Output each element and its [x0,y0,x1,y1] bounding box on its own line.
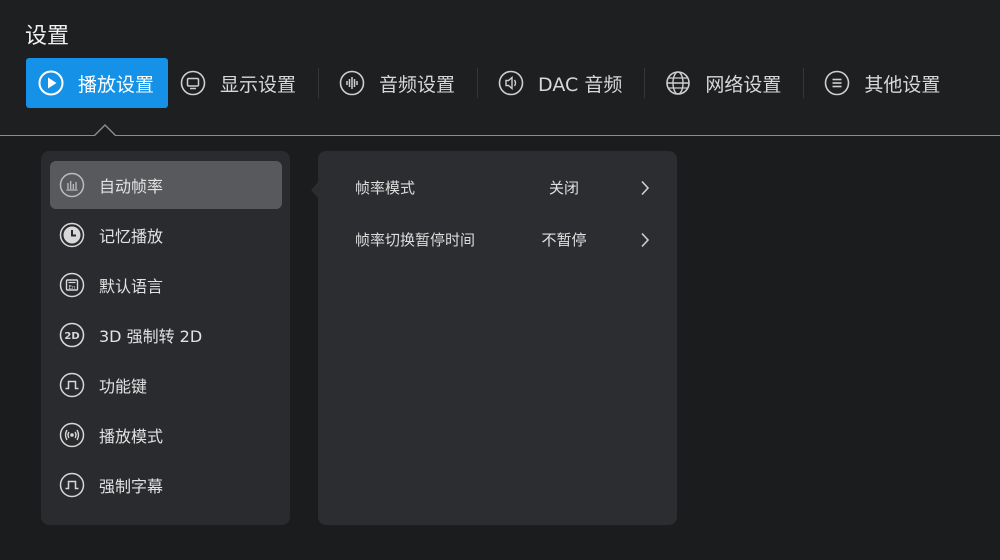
menu-item-resume-playback[interactable]: 记忆播放 [50,211,282,259]
audio-wave-icon [339,70,365,96]
play-circle-icon [38,70,64,96]
svg-text:2D: 2D [64,331,79,342]
clock-icon [59,222,85,248]
svg-text:En: En [69,285,76,291]
menu-item-label: 播放模式 [99,427,164,446]
menu-item-force-subtitles[interactable]: 强制字幕 [50,461,282,509]
option-frame-rate-pause-time[interactable]: 帧率切换暂停时间 不暂停 [318,219,677,259]
menu-item-auto-frame-rate[interactable]: 自动帧率 [50,161,282,209]
menu-item-label: 默认语言 [99,277,164,296]
chevron-right-icon [640,232,650,252]
frame-rate-icon [59,172,85,198]
tab-playback-settings[interactable]: 播放设置 [26,58,169,108]
header: 设置 播放设置 显示设置 音频设置 DAC 音频 网络设置 其他设置 [0,0,1000,136]
menu-item-default-language[interactable]: En 默认语言 [50,261,282,309]
tab-label: 网络设置 [705,73,782,96]
tab-bar: 播放设置 显示设置 音频设置 DAC 音频 网络设置 其他设置 [26,58,954,108]
settings-menu: 自动帧率 记忆播放 En 默认语言 2D 3D 强制转 2D 功能键 播放模式 [41,151,290,525]
menu-item-label: 记忆播放 [99,227,164,246]
menu-item-function-key[interactable]: 功能键 [50,361,282,409]
tab-network-settings[interactable]: 网络设置 [653,58,795,108]
menu-item-playback-mode[interactable]: 播放模式 [50,411,282,459]
active-tab-indicator-fill [95,126,115,136]
chevron-right-icon [640,180,650,200]
tab-label: 其他设置 [864,73,941,96]
2d-icon: 2D [59,322,85,348]
option-frame-rate-mode[interactable]: 帧率模式 关闭 [318,167,677,207]
monitor-icon [180,70,206,96]
menu-item-label: 强制字幕 [99,477,164,496]
page-title: 设置 [25,24,70,49]
menu-item-force-3d-to-2d[interactable]: 2D 3D 强制转 2D [50,311,282,359]
speaker-icon [498,70,524,96]
tab-other-settings[interactable]: 其他设置 [812,58,954,108]
tab-dac-audio[interactable]: DAC 音频 [486,58,636,108]
globe-icon [665,70,691,96]
option-value: 关闭 [548,178,579,197]
tab-label: 显示设置 [220,73,297,96]
header-divider [0,135,1000,136]
option-label: 帧率切换暂停时间 [355,230,476,249]
menu-lines-icon [824,70,850,96]
tab-divider [803,68,805,98]
menu-item-label: 3D 强制转 2D [99,327,203,346]
tab-display-settings[interactable]: 显示设置 [168,58,310,108]
tab-divider [644,68,646,98]
tab-divider [318,68,320,98]
tab-divider [477,68,479,98]
tab-label: 音频设置 [379,73,456,96]
menu-item-label: 功能键 [99,377,148,396]
tab-audio-settings[interactable]: 音频设置 [327,58,469,108]
tab-label: 播放设置 [78,73,155,96]
options-panel: 帧率模式 关闭 帧率切换暂停时间 不暂停 [318,151,677,525]
pulse-icon [59,372,85,398]
menu-item-label: 自动帧率 [99,177,164,196]
language-icon: En [59,272,85,298]
broadcast-icon [59,422,85,448]
option-label: 帧率模式 [355,178,416,197]
tab-label: DAC 音频 [538,73,623,96]
pulse-icon [59,472,85,498]
option-value: 不暂停 [541,230,587,249]
